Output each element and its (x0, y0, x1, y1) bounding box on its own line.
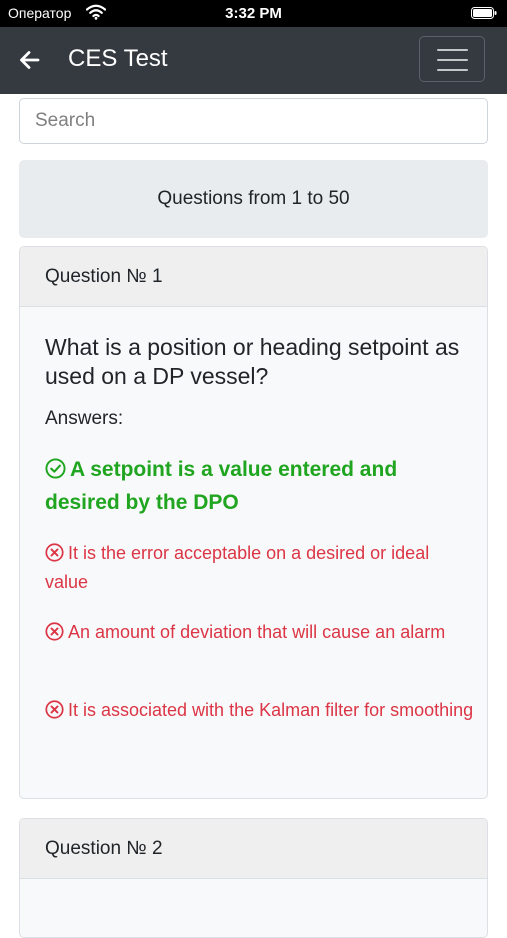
answer-text: It is associated with the Kalman filter … (68, 700, 474, 720)
hamburger-icon-bar (437, 69, 468, 71)
page-title: CES Test (68, 45, 168, 72)
x-circle-icon (45, 622, 64, 641)
hamburger-icon (437, 49, 468, 51)
clock: 3:32 PM (225, 5, 282, 22)
answers-label: Answers: (45, 408, 124, 429)
x-circle-icon (45, 700, 64, 719)
questions-range-label: Questions from 1 to 50 (157, 188, 350, 209)
question-text: What is a position or heading setpoint a… (45, 334, 460, 389)
answer-item-wrong: It is the error acceptable on a desired … (45, 539, 475, 597)
back-arrow-icon[interactable] (18, 49, 40, 71)
answer-text: It is the error acceptable on a desired … (45, 543, 430, 592)
answer-text: A setpoint is a value entered and desire… (45, 458, 398, 514)
search-input[interactable] (19, 98, 488, 144)
answer-item-correct: A setpoint is a value entered and desire… (45, 453, 475, 519)
question-card: Question № 1 What is a position or headi… (19, 246, 488, 799)
answer-item-wrong: An amount of deviation that will cause a… (45, 618, 475, 647)
x-circle-icon (45, 543, 64, 562)
navbar: CES Test (0, 27, 507, 94)
battery-icon (471, 7, 497, 19)
question-header: Question № 1 (20, 247, 487, 307)
hamburger-icon-bar (437, 59, 468, 61)
question-header: Question № 2 (20, 819, 487, 879)
menu-button[interactable] (419, 36, 485, 82)
check-circle-icon (45, 458, 66, 479)
questions-range-banner: Questions from 1 to 50 (19, 160, 488, 238)
status-bar: Оператор 3:32 PM (0, 0, 507, 27)
answer-text: An amount of deviation that will cause a… (68, 622, 446, 642)
question-card: Question № 2 (19, 818, 488, 938)
answer-item-wrong: It is associated with the Kalman filter … (45, 696, 475, 725)
